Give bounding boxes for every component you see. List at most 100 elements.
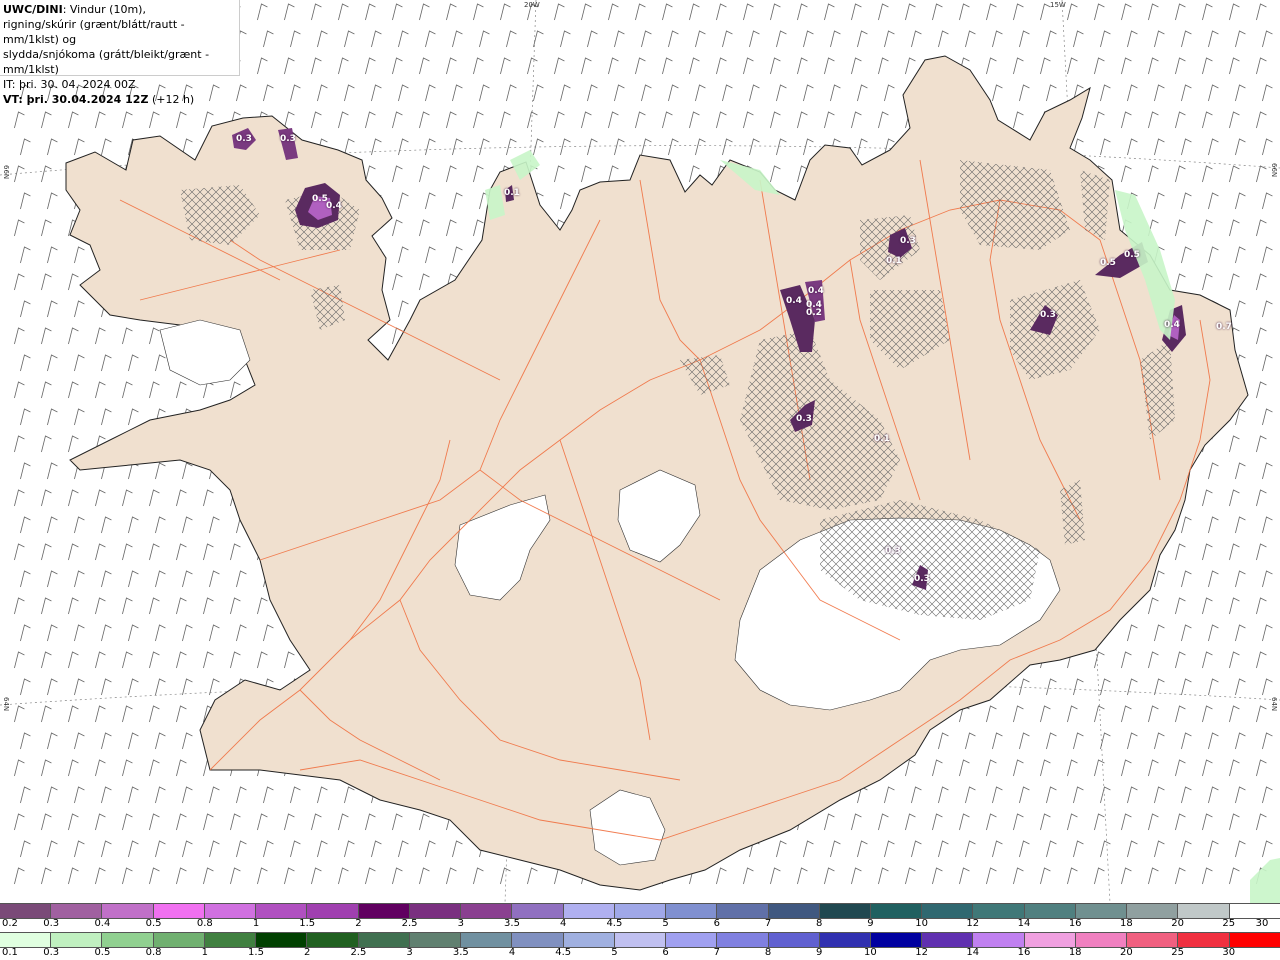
legend-tick-label: 6 [662,947,669,958]
legend-tick-label: 10 [864,947,877,958]
legend-tick-label: 0.3 [43,918,60,929]
lat-label-66n-right: 66N [1270,163,1278,178]
legend-swatch [1024,933,1076,947]
legend-tick-label: 12 [966,918,980,929]
precip-label: 0.3 [1040,310,1056,320]
legend-swatch [666,904,718,918]
legend-swatch [1024,904,1076,918]
legend-swatch [1075,904,1128,918]
legend-tick-label: 1.5 [248,947,264,958]
precip-label: 0.4 [326,201,342,211]
legend-tick-label: 2 [304,947,311,958]
legend-tick-label: 3 [406,947,413,958]
legend-tick-label: 18 [1120,918,1133,929]
legend-swatch [922,933,974,947]
legend-tick-label: 20 [1171,918,1184,929]
precip-label: 0.4 [808,286,824,296]
legend-tick-label: 0.8 [196,918,213,929]
legend-tick-label: 5 [611,947,618,958]
legend-swatch [1229,933,1280,947]
legend-swatch [512,904,564,918]
legend-swatch [1127,904,1179,918]
legend-swatch [922,904,974,918]
legend-tick-label: 9 [867,918,874,929]
legend-swatch [204,904,257,918]
legend-swatch [717,933,769,947]
legend-swatch [614,933,667,947]
desc-line-3: slydda/snjókoma (grátt/bleikt/grænt - mm… [3,48,210,76]
legend-swatch [409,933,462,947]
legend-tick-label: 0.1 [2,947,18,958]
legend-tick-label: 1 [252,918,260,929]
init-time: IT: þri. 30. 04. 2024 00Z [3,78,136,91]
valid-time: VT: þri. 30.04.2024 12Z [3,93,149,106]
legend-tick-label: 8 [816,918,823,929]
legend-tick-label: 8 [764,947,772,958]
precip-label: 0.2 [806,308,822,318]
legend-tick-label: 20 [1120,947,1133,958]
lon-label-15w: 15W [1050,1,1066,9]
rain-legend-ticks: 0.1 0.3 0.5 0.8 1 1.5 2 2.5 3 3.5 4 4.5 5 6 7 8 9 10 12 14 1… [0,947,1280,959]
legend-tick-label: 0.4 [94,918,111,929]
legend-swatch [102,904,154,918]
legend-swatch [461,933,513,947]
legend-swatch [0,933,52,947]
legend-swatch [717,904,769,918]
legend-swatch [819,933,871,947]
legend-tick-label: 2 [355,918,362,929]
legend-tick-label: 4 [508,947,516,958]
legend-swatch [51,933,103,947]
legend-tick-label: 0.5 [145,918,162,929]
legend-swatch [153,933,205,947]
precip-label: 0.1 [874,434,890,444]
precip-label: 0.4 [786,296,802,306]
legend-swatch [1178,933,1230,947]
legend-tick-label: 25 [1222,918,1236,929]
rain-legend-colorbar [0,932,1280,948]
legend-swatch [1178,904,1230,918]
precip-label: 0.5 [1124,250,1140,260]
legend-swatch [768,933,820,947]
precip-label: 0.1 [504,188,520,198]
map-info-box: UWC/DINI: Vindur (10m), rigning/skúrir (… [0,0,240,106]
legend-swatch [870,933,923,947]
legend-tick-label: 12 [915,947,928,958]
legend-swatch [512,933,564,947]
legend-swatch [409,904,462,918]
precip-label: 0.5 [1100,258,1116,268]
legend-swatch [307,933,359,947]
weather-map [0,0,1280,903]
lat-label-64n-right: 64N [1270,697,1278,712]
legend-swatch [563,904,615,918]
legend-swatch [461,904,513,918]
legend-swatch [768,904,820,918]
legend-tick-label: 3.5 [504,918,520,929]
legend-swatch [153,904,205,918]
legend-tick-label: 4 [560,918,567,929]
legend-tick-label: 25 [1171,947,1184,958]
legend-tick-label: 6 [713,918,720,929]
precip-label: 0.3 [900,236,916,246]
precip-label: 0.4 [1164,320,1180,330]
snow-legend-colorbar [0,903,1280,919]
legend-tick-label: 16 [1068,918,1082,929]
desc-line-2: rigning/skúrir (grænt/blátt/rautt - mm/1… [3,18,185,46]
precip-label: 0.3 [236,134,252,144]
legend-swatch [358,933,410,947]
legend-swatch [819,904,871,918]
legend-tick-label: 14 [966,947,980,958]
precip-label: 0.3 [280,134,296,144]
legend-tick-label: 4.5 [555,947,572,958]
legend-swatch [51,904,103,918]
legend-tick-label: 1 [201,947,208,958]
legend-tick-label: 2.5 [401,918,418,929]
legend-tick-label: 30 [1222,947,1236,958]
legend-tick-label: 18 [1068,947,1082,958]
legend-swatch [256,904,308,918]
legend-swatch [0,904,52,918]
precip-label: 0.1 [886,256,902,266]
legend-swatch [1229,904,1280,918]
lon-label-20w: 20W [524,1,540,9]
legend-tick-label: 4.5 [606,918,623,929]
legend-swatch [1127,933,1179,947]
